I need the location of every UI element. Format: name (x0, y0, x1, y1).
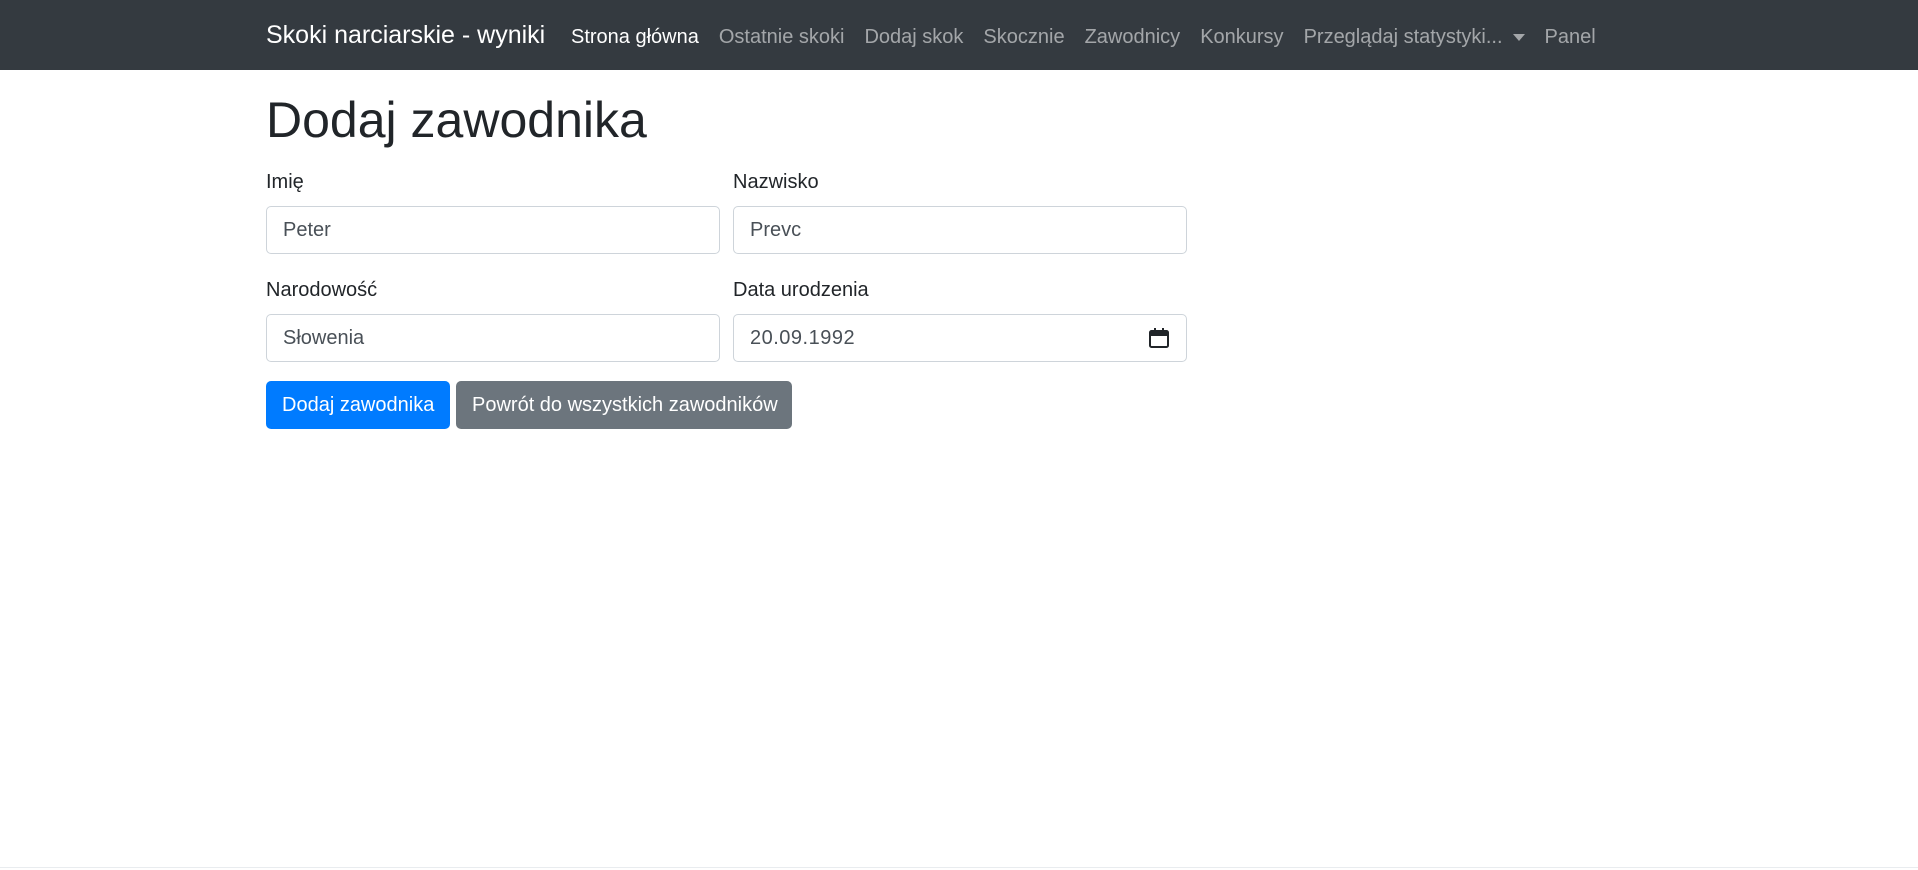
nav-item-label: Przeglądaj statystyki... (1303, 26, 1503, 48)
calendar-icon[interactable] (1148, 327, 1170, 349)
main-content: Dodaj zawodnika (266, 70, 1186, 150)
birth-date-value: 20.09.1992 (750, 327, 856, 349)
nav-item-label: Skocznie (983, 26, 1065, 48)
first-name-label: Imię (266, 171, 304, 193)
add-athlete-button[interactable]: Dodaj zawodnika (266, 381, 450, 429)
nav-item-statistics-dropdown[interactable]: Przeglądaj statystyki... (1294, 23, 1535, 51)
nav-item-athletes[interactable]: Zawodnicy (1075, 23, 1191, 51)
top-navbar: Skoki narciarskie - wyniki Strona główna… (0, 0, 1918, 70)
nav-item-label: Konkursy (1200, 26, 1284, 48)
back-to-athletes-button[interactable]: Powrót do wszystkich zawodników (456, 381, 792, 429)
last-name-group: Nazwisko (733, 170, 1187, 254)
nav-menu: Strona główna Ostatnie skoki Dodaj skok … (571, 22, 1606, 52)
nationality-group: Narodowość (266, 278, 720, 362)
last-name-input[interactable] (733, 206, 1187, 254)
nav-item-label: Dodaj skok (864, 26, 964, 48)
birth-date-input[interactable]: 20.09.1992 (733, 314, 1187, 362)
birth-date-label: Data urodzenia (733, 279, 869, 301)
nav-item-label: Panel (1544, 26, 1596, 48)
nav-item-hills[interactable]: Skocznie (973, 23, 1074, 51)
nav-item-label: Zawodnicy (1084, 26, 1181, 48)
first-name-group: Imię (266, 170, 720, 254)
nav-item-label: Strona główna (571, 26, 699, 48)
last-name-label: Nazwisko (733, 171, 819, 193)
nav-item-add-jump[interactable]: Dodaj skok (854, 23, 973, 51)
nav-item-competitions[interactable]: Konkursy (1190, 23, 1293, 51)
navbar-brand[interactable]: Skoki narciarskie - wyniki (266, 20, 545, 50)
nav-item-label: Ostatnie skoki (718, 26, 845, 48)
bottom-divider (0, 867, 1918, 868)
nationality-label: Narodowość (266, 279, 378, 301)
nationality-input[interactable] (266, 314, 720, 362)
page-title: Dodaj zawodnika (266, 92, 647, 148)
birth-date-group: Data urodzenia 20.09.1992 (733, 278, 1187, 362)
nav-item-panel[interactable]: Panel (1535, 23, 1606, 51)
nav-item-recent-jumps[interactable]: Ostatnie skoki (709, 23, 855, 51)
caret-down-icon (1512, 33, 1525, 41)
first-name-input[interactable] (266, 206, 720, 254)
nav-item-home[interactable]: Strona główna (571, 23, 709, 51)
